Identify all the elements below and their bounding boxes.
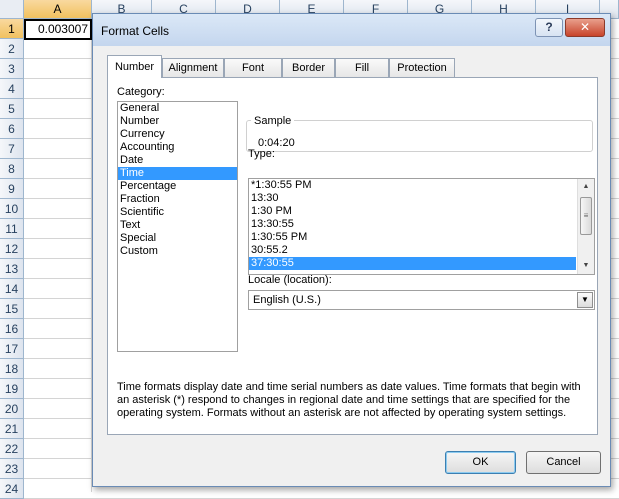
row-header-22[interactable]: 22 — [0, 439, 24, 459]
row-header-19[interactable]: 19 — [0, 379, 24, 399]
category-item-text[interactable]: Text — [118, 219, 237, 232]
category-item-special[interactable]: Special — [118, 232, 237, 245]
sample-label: Sample — [251, 115, 295, 127]
category-item-time[interactable]: Time — [118, 167, 237, 180]
tab-fill[interactable]: Fill — [335, 58, 389, 77]
row-header-20[interactable]: 20 — [0, 399, 24, 419]
category-item-currency[interactable]: Currency — [118, 128, 237, 141]
tab-protection[interactable]: Protection — [389, 58, 455, 77]
tab-border[interactable]: Border — [282, 58, 335, 77]
row-header-3[interactable]: 3 — [0, 59, 24, 79]
row-header-2[interactable]: 2 — [0, 39, 24, 59]
row-header-17[interactable]: 17 — [0, 339, 24, 359]
format-description: Time formats display date and time seria… — [117, 381, 581, 419]
ok-button[interactable]: OK — [445, 451, 516, 474]
category-item-custom[interactable]: Custom — [118, 245, 237, 258]
row-header-6[interactable]: 6 — [0, 119, 24, 139]
tab-font[interactable]: Font — [224, 58, 282, 77]
type-item[interactable]: 1:30:55 PM — [249, 231, 576, 244]
row-header-7[interactable]: 7 — [0, 139, 24, 159]
type-item[interactable]: 30:55.2 — [249, 244, 576, 257]
category-item-date[interactable]: Date — [118, 154, 237, 167]
select-all-corner[interactable] — [0, 0, 24, 19]
active-cell-a1[interactable]: 0.003007 — [24, 19, 92, 40]
type-list-scrollbar[interactable]: ▲ ≡ ▼ — [577, 179, 594, 274]
category-item-percentage[interactable]: Percentage — [118, 180, 237, 193]
row-header-12[interactable]: 12 — [0, 239, 24, 259]
format-cells-dialog: Format Cells ? ✕ Number Alignment Font B… — [92, 13, 611, 487]
scroll-down-arrow-icon[interactable]: ▼ — [579, 259, 593, 273]
row-header-1[interactable]: 1 — [0, 19, 24, 39]
category-item-accounting[interactable]: Accounting — [118, 141, 237, 154]
locale-select[interactable]: English (U.S.) ▼ — [248, 290, 595, 310]
type-items: *1:30:55 PM 13:30 1:30 PM 13:30:55 1:30:55 P… — [249, 179, 594, 270]
category-item-scientific[interactable]: Scientific — [118, 206, 237, 219]
row-header-14[interactable]: 14 — [0, 279, 24, 299]
tab-number[interactable]: Number — [107, 55, 162, 78]
category-item-fraction[interactable]: Fraction — [118, 193, 237, 206]
row-header-18[interactable]: 18 — [0, 359, 24, 379]
category-item-number[interactable]: Number — [118, 115, 237, 128]
close-button[interactable]: ✕ — [565, 18, 605, 37]
cancel-button[interactable]: Cancel — [526, 451, 601, 474]
row-header-10[interactable]: 10 — [0, 199, 24, 219]
row-header-23[interactable]: 23 — [0, 459, 24, 479]
category-item-general[interactable]: General — [118, 102, 237, 115]
number-tab-panel: Category: General Number Currency Accountin… — [107, 77, 598, 435]
sample-group — [246, 120, 593, 152]
row-header-5[interactable]: 5 — [0, 99, 24, 119]
tab-alignment[interactable]: Alignment — [162, 58, 224, 77]
row-header-16[interactable]: 16 — [0, 319, 24, 339]
row-header-8[interactable]: 8 — [0, 159, 24, 179]
help-button[interactable]: ? — [535, 18, 563, 37]
row-header-13[interactable]: 13 — [0, 259, 24, 279]
scroll-up-arrow-icon[interactable]: ▲ — [579, 180, 593, 194]
type-item[interactable]: *1:30:55 PM — [249, 179, 576, 192]
type-item[interactable]: 1:30 PM — [249, 205, 576, 218]
row-header-11[interactable]: 11 — [0, 219, 24, 239]
row-header-9[interactable]: 9 — [0, 179, 24, 199]
dialog-title: Format Cells — [101, 24, 170, 38]
locale-label: Locale (location): — [248, 274, 332, 286]
row-header-21[interactable]: 21 — [0, 419, 24, 439]
category-label: Category: — [117, 86, 165, 98]
row-header-4[interactable]: 4 — [0, 79, 24, 99]
type-item[interactable]: 13:30 — [249, 192, 576, 205]
type-item[interactable]: 13:30:55 — [249, 218, 576, 231]
dialog-titlebar[interactable]: Format Cells ? ✕ — [93, 14, 610, 46]
chevron-down-icon[interactable]: ▼ — [577, 292, 593, 308]
locale-value: English (U.S.) — [253, 294, 321, 306]
category-list[interactable]: General Number Currency Accounting Date Time P… — [117, 101, 238, 352]
type-label: Type: — [248, 148, 275, 160]
column-header-a[interactable]: A — [24, 0, 92, 19]
row-header-24[interactable]: 24 — [0, 479, 24, 499]
scroll-thumb[interactable]: ≡ — [580, 197, 592, 235]
row-header-15[interactable]: 15 — [0, 299, 24, 319]
type-item[interactable]: 37:30:55 — [249, 257, 576, 270]
type-list[interactable]: *1:30:55 PM 13:30 1:30 PM 13:30:55 1:30:55 P… — [248, 178, 595, 275]
